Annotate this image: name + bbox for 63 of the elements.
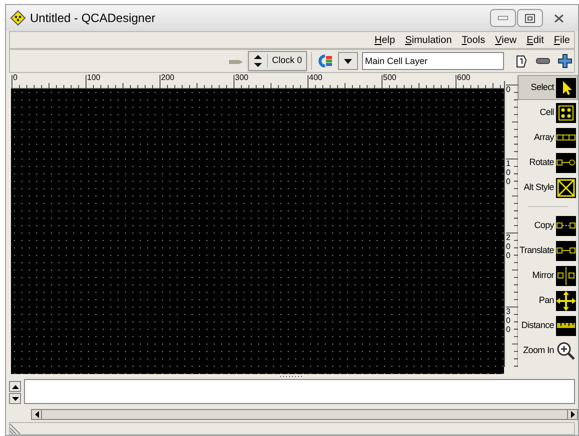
maximize-button[interactable] — [517, 9, 543, 27]
tool-button[interactable]: Distance — [518, 313, 578, 338]
tool-button[interactable]: Rotate — [518, 150, 578, 175]
layer-color-icon — [316, 54, 334, 68]
menu-item[interactable]: View — [495, 32, 517, 48]
caret-icon — [344, 58, 352, 64]
ruler-label: 100 — [87, 73, 100, 82]
menu-item[interactable]: Tools — [462, 32, 486, 48]
maximize-icon — [525, 14, 535, 22]
tool-button[interactable]: Pan — [518, 288, 578, 313]
ruler-label: 0 — [506, 86, 512, 95]
ruler-label: 100 — [506, 160, 512, 186]
grip-icon — [280, 375, 304, 378]
array-tool-icon — [556, 128, 576, 148]
menu-item[interactable]: Edit — [526, 32, 544, 48]
window-title: Untitled - QCADesigner — [30, 10, 156, 27]
tool-button[interactable]: Alt Style — [518, 175, 578, 200]
ruler-label: 0 — [13, 73, 18, 82]
ruler-label: 600 — [457, 73, 470, 82]
tool-button[interactable]: Copy — [518, 213, 578, 238]
layer-properties-icon[interactable] — [514, 54, 528, 68]
zoom-in-icon — [556, 340, 576, 360]
ruler-label: 300 — [235, 73, 248, 82]
ruler-label: 300 — [506, 308, 512, 334]
style-tool-icon — [556, 178, 576, 198]
layer-name-field[interactable]: Main Cell Layer — [362, 52, 504, 70]
resize-grip-icon — [10, 423, 22, 434]
ruler-label: 400 — [309, 73, 322, 82]
tool-icon — [228, 57, 244, 65]
clock-label: Clock 0 — [266, 54, 306, 68]
mirror-tool-icon — [556, 266, 576, 286]
down-arrow-icon — [12, 396, 18, 400]
scroll-down-button[interactable] — [9, 393, 21, 404]
minimize-button[interactable] — [490, 9, 516, 27]
dropdown-button[interactable] — [338, 52, 358, 70]
remove-layer-icon[interactable] — [536, 58, 550, 64]
scroll-up-button[interactable] — [9, 381, 21, 392]
menu-item[interactable]: Help — [374, 32, 396, 48]
app-icon — [10, 10, 26, 26]
tool-button[interactable]: Cell — [518, 100, 578, 125]
add-layer-icon[interactable] — [558, 54, 572, 68]
menu-item[interactable]: File — [554, 32, 570, 48]
rotate-tool-icon — [556, 152, 576, 172]
pan-tool-icon — [556, 290, 576, 310]
distance-tool-icon — [556, 316, 576, 336]
up-arrow-icon — [12, 384, 18, 388]
ruler-label: 200 — [161, 73, 174, 82]
copy-tool-icon — [556, 216, 576, 236]
ruler-label: 500 — [383, 73, 396, 82]
clock-control[interactable]: Clock 0 — [248, 51, 307, 71]
tool-button[interactable]: Mirror — [518, 263, 578, 288]
close-icon — [554, 14, 564, 22]
ruler-label: 200 — [506, 234, 512, 260]
right-arrow-icon — [567, 410, 577, 419]
tool-button[interactable]: Zoom In — [518, 338, 578, 363]
tool-button[interactable]: Select — [518, 75, 578, 100]
minimize-icon — [498, 16, 508, 20]
tool-button[interactable]: Array — [518, 125, 578, 150]
menu-item[interactable]: Simulation — [405, 32, 452, 48]
translate-tool-icon — [556, 240, 576, 260]
select-tool-icon — [556, 78, 576, 98]
cell-tool-icon — [556, 102, 576, 122]
tool-button[interactable]: Translate — [518, 238, 578, 263]
